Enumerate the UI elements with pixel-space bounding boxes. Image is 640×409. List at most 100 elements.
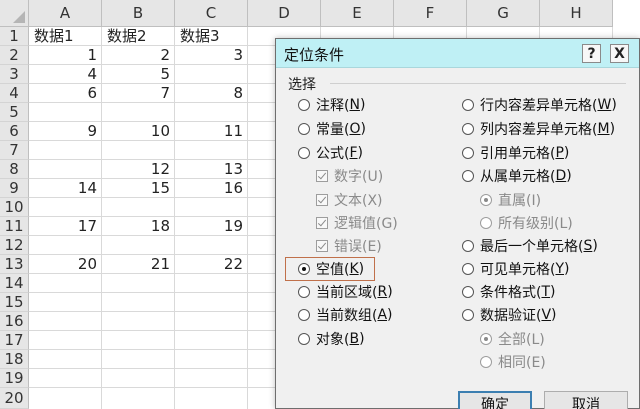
option-validation-same[interactable]: 相同(E) — [480, 352, 546, 372]
option-precedents[interactable]: 引用单元格(P) — [462, 143, 569, 163]
dialog-title: 定位条件 — [284, 46, 345, 64]
radio-icon — [462, 240, 474, 252]
radio-selected-icon — [298, 263, 310, 275]
radio-icon — [298, 147, 310, 159]
row-header-14[interactable]: 14 — [0, 274, 29, 293]
gridline — [101, 27, 102, 409]
option-data-validation[interactable]: 数据验证(V) — [462, 305, 557, 325]
column-header-a[interactable]: A — [29, 0, 102, 27]
radio-icon — [298, 286, 310, 298]
column-header-c[interactable]: C — [175, 0, 248, 27]
radio-icon — [462, 286, 474, 298]
help-button[interactable]: ? — [582, 44, 601, 63]
cell-a4[interactable]: 6 — [30, 82, 101, 105]
cell-b13[interactable]: 21 — [103, 253, 174, 276]
row-header-18[interactable]: 18 — [0, 350, 29, 369]
row-header-20[interactable]: 20 — [0, 388, 29, 409]
checkbox-logicals[interactable]: 逻辑值(G) — [316, 213, 398, 233]
option-current-array[interactable]: 当前数组(A) — [298, 305, 393, 325]
checkbox-icon — [316, 217, 328, 229]
column-header-e[interactable]: E — [321, 0, 394, 27]
radio-icon — [462, 309, 474, 321]
radio-icon — [462, 123, 474, 135]
radio-icon — [462, 147, 474, 159]
cell-c6[interactable]: 11 — [176, 120, 247, 143]
ok-button[interactable]: 确定 — [458, 391, 532, 409]
cell-c4[interactable]: 8 — [176, 82, 247, 105]
dialog-titlebar[interactable]: 定位条件 ? X — [276, 39, 639, 68]
row-header-11[interactable]: 11 — [0, 217, 29, 236]
row-header-3[interactable]: 3 — [0, 65, 29, 84]
row-header-17[interactable]: 17 — [0, 331, 29, 350]
row-header-15[interactable]: 15 — [0, 293, 29, 312]
cell-a9[interactable]: 14 — [30, 177, 101, 200]
row-header-19[interactable]: 19 — [0, 369, 29, 388]
row-header-16[interactable]: 16 — [0, 312, 29, 331]
option-last-cell[interactable]: 最后一个单元格(S) — [462, 236, 598, 256]
checkbox-errors[interactable]: 错误(E) — [316, 236, 382, 256]
select-all-corner[interactable] — [0, 0, 29, 27]
checkbox-numbers[interactable]: 数字(U) — [316, 166, 383, 186]
cancel-button[interactable]: 取消 — [544, 391, 628, 409]
column-header-d[interactable]: D — [248, 0, 321, 27]
column-header-f[interactable]: F — [394, 0, 467, 27]
option-constants[interactable]: 常量(O) — [298, 119, 366, 139]
row-header-2[interactable]: 2 — [0, 46, 29, 65]
radio-icon — [480, 356, 492, 368]
row-header-1[interactable]: 1 — [0, 27, 29, 46]
option-current-region[interactable]: 当前区域(R) — [298, 282, 393, 302]
cell-b9[interactable]: 15 — [103, 177, 174, 200]
option-blanks[interactable]: 空值(K) — [298, 259, 364, 279]
close-button[interactable]: X — [610, 44, 629, 63]
radio-icon — [298, 309, 310, 321]
column-header-g[interactable]: G — [467, 0, 540, 27]
option-validation-all[interactable]: 全部(L) — [480, 329, 545, 349]
row-header-9[interactable]: 9 — [0, 179, 29, 198]
option-row-differences[interactable]: 行内容差异单元格(W) — [462, 95, 617, 115]
cell-c11[interactable]: 19 — [176, 215, 247, 238]
checkbox-text[interactable]: 文本(X) — [316, 190, 383, 210]
cell-c2[interactable]: 3 — [176, 44, 247, 67]
option-comments[interactable]: 注释(N) — [298, 95, 365, 115]
option-dependents[interactable]: 从属单元格(D) — [462, 166, 572, 186]
option-visible-cells[interactable]: 可见单元格(Y) — [462, 259, 570, 279]
row-header-4[interactable]: 4 — [0, 84, 29, 103]
radio-icon — [462, 263, 474, 275]
option-all-levels[interactable]: 所有级别(L) — [480, 213, 573, 233]
radio-icon — [480, 217, 492, 229]
column-header-h[interactable]: H — [540, 0, 613, 27]
option-column-differences[interactable]: 列内容差异单元格(M) — [462, 119, 615, 139]
cell-a6[interactable]: 9 — [30, 120, 101, 143]
go-to-special-dialog: 定位条件 ? X 选择 注释(N) 常量(O) 公式(F) 数字(U) 文本(X… — [275, 38, 640, 409]
radio-icon — [462, 99, 474, 111]
gridline — [174, 27, 175, 409]
row-header-12[interactable]: 12 — [0, 236, 29, 255]
selection-group-label: 选择 — [288, 77, 316, 93]
row-header-5[interactable]: 5 — [0, 103, 29, 122]
column-header-b[interactable]: B — [102, 0, 175, 27]
row-header-10[interactable]: 10 — [0, 198, 29, 217]
gridline — [247, 27, 248, 409]
row-header-8[interactable]: 8 — [0, 160, 29, 179]
radio-selected-icon — [480, 194, 492, 206]
group-divider — [330, 83, 626, 84]
cell-b6[interactable]: 10 — [103, 120, 174, 143]
cell-a13[interactable]: 20 — [30, 253, 101, 276]
checkbox-icon — [316, 194, 328, 206]
cell-c13[interactable]: 22 — [176, 253, 247, 276]
row-header-6[interactable]: 6 — [0, 122, 29, 141]
option-formulas[interactable]: 公式(F) — [298, 143, 363, 163]
radio-icon — [462, 170, 474, 182]
cell-b4[interactable]: 7 — [103, 82, 174, 105]
checkbox-icon — [316, 240, 328, 252]
row-header-13[interactable]: 13 — [0, 255, 29, 274]
cell-b11[interactable]: 18 — [103, 215, 174, 238]
option-conditional-formats[interactable]: 条件格式(T) — [462, 282, 556, 302]
cell-c9[interactable]: 16 — [176, 177, 247, 200]
option-direct-only[interactable]: 直属(I) — [480, 190, 541, 210]
radio-icon — [298, 99, 310, 111]
row-header-7[interactable]: 7 — [0, 141, 29, 160]
option-objects[interactable]: 对象(B) — [298, 329, 365, 349]
cell-a11[interactable]: 17 — [30, 215, 101, 238]
radio-icon — [298, 333, 310, 345]
